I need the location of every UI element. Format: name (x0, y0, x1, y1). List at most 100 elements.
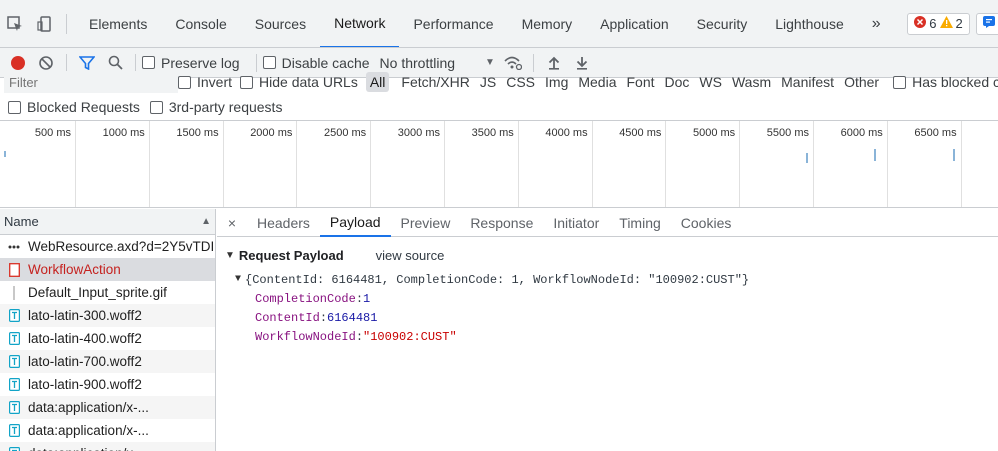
preserve-log-checkbox[interactable]: Preserve log (142, 55, 240, 71)
tab-timing[interactable]: Timing (609, 209, 671, 237)
divider (532, 53, 534, 72)
filter-bar: Invert Hide data URLs All Fetch/XHR JS C… (0, 70, 998, 94)
checkbox-box[interactable] (240, 75, 254, 89)
filter-type-js[interactable]: JS (476, 72, 500, 92)
tab-lighthouse[interactable]: Lighthouse (761, 0, 858, 47)
tab-memory[interactable]: Memory (508, 0, 587, 47)
expand-triangle-icon[interactable]: ▼ (225, 250, 235, 261)
timeline-tick-label: 4500 ms (619, 127, 662, 139)
request-row[interactable]: lato-latin-700.woff2 (0, 350, 215, 373)
checkbox-box[interactable] (142, 56, 155, 69)
request-row[interactable]: WebResource.axd?d=2Y5vTDI (0, 235, 215, 258)
checkbox-box[interactable] (178, 75, 191, 89)
request-row[interactable]: lato-latin-300.woff2 (0, 304, 215, 327)
checkbox-box[interactable] (893, 75, 907, 89)
checkbox-box[interactable] (8, 100, 21, 114)
blocked-requests-bar: Blocked Requests 3rd-party requests (0, 96, 998, 118)
warning-icon (939, 16, 953, 31)
request-row[interactable]: Default_Input_sprite.gif (0, 281, 215, 304)
tab-elements[interactable]: Elements (75, 0, 161, 47)
payload-field-row[interactable]: ContentId: 6164481 (225, 308, 998, 327)
timeline-request-mark (806, 153, 808, 163)
throttling-select[interactable]: No throttling ▼ (380, 55, 495, 71)
third-party-requests-checkbox[interactable]: 3rd-party requests (149, 99, 282, 115)
tab-headers[interactable]: Headers (247, 209, 320, 237)
invert-checkbox[interactable]: Invert (178, 74, 232, 90)
detail-tab-bar: × Headers Payload Preview Response Initi… (217, 209, 998, 237)
has-blocked-cookies-checkbox[interactable]: Has blocked cookies (893, 74, 998, 90)
filter-type-wasm[interactable]: Wasm (728, 72, 775, 92)
payload-field-row[interactable]: CompletionCode: 1 (225, 289, 998, 308)
payload-content: ▼ Request Payload view source ▼ {Content… (217, 237, 998, 346)
tab-sources[interactable]: Sources (241, 0, 320, 47)
filter-type-manifest[interactable]: Manifest (777, 72, 838, 92)
invert-label: Invert (197, 74, 233, 90)
request-name: data:application/x-... (28, 400, 149, 415)
divider (66, 53, 67, 72)
filter-input[interactable] (4, 71, 178, 93)
timeline-gridline (813, 121, 814, 207)
font-file-icon (8, 447, 20, 451)
tab-cookies[interactable]: Cookies (671, 209, 742, 237)
view-source-link[interactable]: view source (376, 248, 445, 263)
tab-preview[interactable]: Preview (391, 209, 461, 237)
filter-type-doc[interactable]: Doc (661, 72, 694, 92)
error-count: 6 (929, 16, 937, 31)
issues-badge[interactable]: 6 2 (907, 12, 970, 35)
more-tabs-button[interactable]: » (858, 15, 895, 33)
filter-type-all[interactable]: All (365, 72, 390, 92)
filter-type-font[interactable]: Font (623, 72, 659, 92)
timeline-tick-label: 6000 ms (840, 127, 883, 139)
request-row[interactable]: data:application/x-... (0, 442, 215, 451)
hide-data-urls-checkbox[interactable]: Hide data URLs (240, 74, 358, 90)
payload-field-row[interactable]: WorkflowNodeId: "100902:CUST" (225, 327, 998, 346)
device-toolbar-icon[interactable] (30, 0, 60, 47)
tab-application[interactable]: Application (586, 0, 683, 47)
expand-triangle-icon[interactable]: ▼ (235, 274, 241, 285)
timeline-tick-label: 1500 ms (176, 127, 219, 139)
tab-response[interactable]: Response (460, 209, 543, 237)
checkbox-box[interactable] (262, 56, 276, 69)
blocked-requests-checkbox[interactable]: Blocked Requests (8, 99, 140, 115)
filter-type-css[interactable]: CSS (502, 72, 539, 92)
filter-type-img[interactable]: Img (541, 72, 572, 92)
filter-type-other[interactable]: Other (840, 72, 883, 92)
tab-security[interactable]: Security (683, 0, 762, 47)
tab-performance[interactable]: Performance (399, 0, 507, 47)
request-row[interactable]: lato-latin-400.woff2 (0, 327, 215, 350)
timeline-tick-label: 1000 ms (102, 127, 145, 139)
close-icon[interactable]: × (217, 215, 247, 231)
checkbox-box[interactable] (149, 100, 163, 114)
name-column-header[interactable]: Name ▲ (0, 209, 215, 235)
request-row[interactable]: lato-latin-900.woff2 (0, 373, 215, 396)
tab-network[interactable]: Network (320, 0, 400, 47)
network-overview-timeline[interactable]: 500 ms 1000 ms 1500 ms 2000 ms 2500 ms 3000 m… (0, 120, 998, 208)
payload-summary: {ContentId: 6164481, CompletionCode: 1, … (245, 272, 750, 287)
disable-cache-checkbox[interactable]: Disable cache (262, 55, 370, 71)
timeline-gridline (370, 121, 372, 207)
filter-type-media[interactable]: Media (574, 72, 620, 92)
request-row[interactable]: data:application/x-... (0, 419, 215, 442)
filter-type-ws[interactable]: WS (695, 72, 726, 92)
timeline-request-mark (4, 151, 6, 157)
more-dots-icon (8, 240, 20, 254)
throttling-value: No throttling (379, 54, 456, 71)
request-row[interactable]: data:application/x-... (0, 396, 215, 419)
messages-badge[interactable]: 9 (975, 12, 998, 35)
payload-fields: CompletionCode: 1 ContentId: 6164481 Workf… (225, 289, 998, 346)
request-row[interactable]: WorkflowAction (0, 258, 215, 281)
devtools-tab-bar: Elements Console Sources Network Perform… (0, 0, 998, 48)
inspect-element-icon[interactable] (0, 0, 30, 47)
timeline-tick-label: 3500 ms (471, 127, 514, 139)
timeline-gridline (222, 121, 224, 207)
timeline-tick-label: 7 (970, 127, 998, 139)
filter-type-fetch-xhr[interactable]: Fetch/XHR (397, 72, 473, 92)
tab-payload[interactable]: Payload (319, 209, 391, 237)
image-file-icon (8, 285, 20, 300)
tab-initiator[interactable]: Initiator (543, 209, 609, 237)
payload-field-key: CompletionCode (255, 291, 356, 306)
request-payload-section[interactable]: ▼ Request Payload view source (225, 245, 998, 265)
payload-summary-row[interactable]: ▼ {ContentId: 6164481, CompletionCode: 1… (225, 270, 998, 289)
tab-console[interactable]: Console (161, 0, 240, 47)
timeline-gridline (886, 121, 888, 207)
